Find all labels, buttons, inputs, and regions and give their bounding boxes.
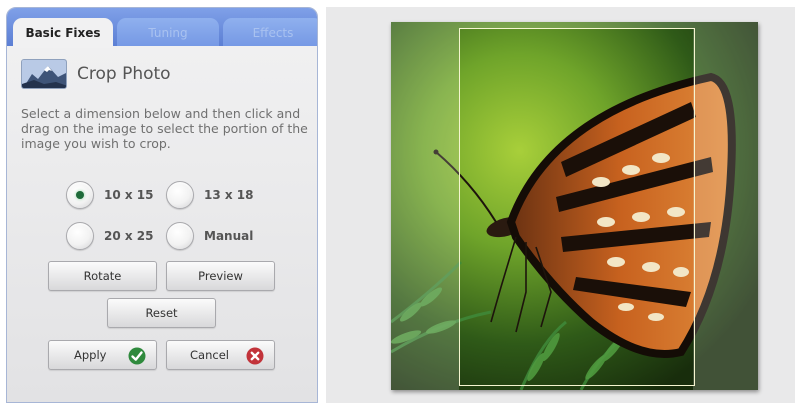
edit-panel: Basic Fixes Tuning Effects Crop Photo Se…	[6, 7, 318, 403]
radio-label-13x18: 13 x 18	[204, 188, 254, 202]
radio-circle-manual[interactable]	[166, 222, 194, 250]
radio-13x18[interactable]: 13 x 18	[166, 181, 254, 209]
reset-button[interactable]: Reset	[107, 298, 216, 328]
radio-selected-dot	[76, 191, 84, 199]
crop-title: Crop Photo	[77, 64, 171, 84]
preview-button[interactable]: Preview	[166, 261, 275, 291]
cancel-button-label: Cancel	[190, 348, 229, 362]
apply-button[interactable]: Apply	[48, 340, 157, 370]
tab-effects[interactable]: Effects	[223, 18, 317, 48]
tab-basic-fixes[interactable]: Basic Fixes	[13, 18, 113, 48]
crop-header: Crop Photo	[21, 59, 171, 89]
basic-fixes-content: Crop Photo Select a dimension below and …	[7, 46, 317, 402]
radio-circle-20x25[interactable]	[66, 222, 94, 250]
preview-button-label: Preview	[198, 269, 243, 283]
preview-canvas[interactable]	[326, 7, 795, 403]
radio-label-manual: Manual	[204, 229, 254, 243]
radio-label-10x15: 10 x 15	[104, 188, 154, 202]
apply-button-label: Apply	[74, 348, 107, 362]
reset-button-label: Reset	[145, 306, 178, 320]
radio-circle-10x15[interactable]	[66, 181, 94, 209]
tab-strip: Basic Fixes Tuning Effects	[7, 8, 317, 48]
crop-instructions: Select a dimension below and then click …	[21, 106, 308, 151]
rotate-button-label: Rotate	[83, 269, 122, 283]
rotate-button[interactable]: Rotate	[48, 261, 157, 291]
radio-label-20x25: 20 x 25	[104, 229, 154, 243]
radio-10x15[interactable]: 10 x 15	[66, 181, 154, 209]
x-icon	[246, 347, 264, 365]
radio-circle-13x18[interactable]	[166, 181, 194, 209]
tab-tuning[interactable]: Tuning	[117, 18, 219, 48]
mountain-photo-icon	[21, 59, 67, 89]
checkmark-icon	[128, 347, 146, 365]
radio-20x25[interactable]: 20 x 25	[66, 222, 154, 250]
cancel-button[interactable]: Cancel	[166, 340, 275, 370]
crop-selection-rectangle[interactable]	[459, 28, 695, 386]
photo-editor-window: Basic Fixes Tuning Effects Crop Photo Se…	[0, 0, 795, 403]
radio-manual[interactable]: Manual	[166, 222, 253, 250]
